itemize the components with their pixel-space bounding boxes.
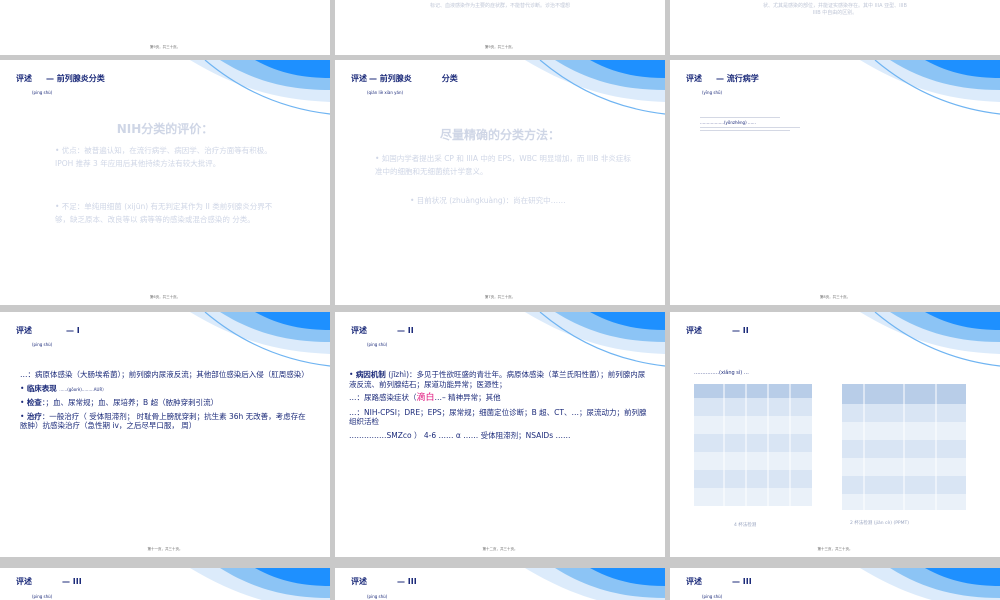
section-label: 评述 [686,577,702,586]
pinyin-note: (ping shù) [32,90,53,95]
slide-footer: 第十三页，共三十页。 [817,547,853,551]
body-para-3: • 检查：；血、尿常规；血、尿培养；B 超（脓肿穿刺引流） [20,398,219,407]
slide-thumb-6[interactable]: 评述 — 前列腺炎分类 (ping shù) NIH分类的评价： • 优点：被普遍… [0,60,330,305]
slide-body: …：病原体感染（大肠埃希菌）；前列腺内尿液反流；其他部位感染后入侵（肛周感染） … [20,370,310,435]
slide-footer: 第十一页，共三十页。 [147,547,183,551]
slide-header: 评述 — II [686,325,749,336]
pinyin-note: (ping shù) [32,342,53,347]
content-line-2: • 目前状况 (zhuàngkuàng)：尚在研究中…… [410,196,566,205]
section-label: 评述 [686,326,702,335]
slide-header: 评述 — 前列腺炎分类 [16,73,105,84]
slide-header: 评述 — III [686,576,752,587]
slide-thumb-10[interactable]: 标记、血液感染作为主要的症状群，不能替代诊断。诊治不理想 第9页，共三十页。 [335,0,665,55]
slide-header: 评述 — 流行病学 [686,73,759,84]
wave-decoration-icon [860,568,1000,600]
body-para-4: ……………SMZco ） 4-6 …… α …… 受体阻滞剂；NSAIDs …… [349,430,571,440]
highlight-text: 滴白 [416,393,435,403]
slide-title: — III [62,577,82,586]
slide-header: 评述 — III [351,576,417,587]
slide-thumb-13[interactable]: 评述 — II ……………(xiǎng sì) … 4 杯法检测 2 杯法检测 … [670,312,1000,557]
pinyin-note: (ping shù) [32,594,53,599]
wave-decoration-icon [525,312,665,367]
tiny-text-line [700,130,790,131]
body-para-4: • 治疗：一般治疗（ 受体阻滞剂； 时耻骨上膀胱穿刺；抗生素 36h 无改善，考… [20,411,306,431]
slide-top-text: 标记、血液感染作为主要的症状群，不能替代诊断。诊治不理想 [429,3,570,9]
slide-thumb-16[interactable]: 评述 — III (ping shù) [670,568,1000,600]
slide-title-2: 分类 [441,74,458,83]
pinyin-note: ……………(xiǎng sì) … [694,370,749,376]
body-para-2: …：尿路感染症状（滴白…– 精神异常；其他 [349,393,501,403]
slide-thumb-8[interactable]: 评述 — 流行病学 (yīng shū) ………………(yǒnzhèng) …… … [670,60,1000,305]
tiny-text-line [700,117,780,118]
slide-thumb-12[interactable]: 评述 — II (ping shù) • 病因机制 (jīzhì)：多见于性欲旺盛… [335,312,665,557]
pinyin-note: (qián liè xiàn yán) [367,90,404,95]
section-label: 评述 [686,74,702,83]
slide-footer: 第9页，共三十页。 [484,45,516,49]
slide-top-text-2: IIIB 中自由的区别。 [812,10,858,16]
section-label: 评述 [351,74,367,83]
slide-footer: 第8页，共三十页。 [819,295,851,299]
slide-thumb-15[interactable]: 评述 — III (ping shù) [335,568,665,600]
slide-top-text: 状、尤其是感染的部位，并能证实感染存在。其中 IIIA 亚型、IIIB [763,3,907,9]
body-para-1: • 病因机制 (jīzhì)：多见于性欲旺盛的青壮年。病原体感染（革兰氏阳性菌）… [349,370,646,389]
slide-title: — I [66,326,80,335]
slide-title: — 前列腺炎 [369,74,412,83]
wave-decoration-icon [190,312,330,367]
slide-thumb-9[interactable]: 第9页，共三十页。 [0,0,330,55]
section-label: 评述 [16,577,32,586]
slide-header: 评述— 前列腺炎 分类 [351,73,458,84]
slide-thumb-11b[interactable]: 评述 — I (ping shù) …：病原体感染（大肠埃希菌）；前列腺内尿液反流… [0,312,330,557]
slide-footer: 第6页，共三十页。 [149,295,181,299]
slide-header: 评述 — III [16,576,82,587]
pinyin-note: (yīng shū) [702,90,723,95]
table-2-cup [842,384,966,510]
slide-header: 评述 — II [351,325,414,336]
slide-header: 评述 — I [16,325,80,336]
slide-body: • 病因机制 (jīzhì)：多见于性欲旺盛的青壮年。病原体感染（革兰氏阳性菌）… [349,370,651,444]
section-label: 评述 [351,326,367,335]
pinyin-note: (ping shù) [367,594,388,599]
wave-decoration-icon [860,60,1000,115]
mini-text: ………………(yǒnzhèng) …… [700,120,756,125]
slide-footer: 第9页，共三十页。 [149,45,181,49]
slide-title: — III [397,577,417,586]
slide-thumb-7[interactable]: 评述 — 前列腺炎 分类 (qián liè xiàn yán) 尽量精确的分类方法… [335,60,665,305]
slide-sorter-grid: 第9页，共三十页。 标记、血液感染作为主要的症状群，不能替代诊断。诊治不理想 第… [0,0,1000,600]
slide-footer: 第十二页，共三十页。 [482,547,518,551]
content-line-1: • 如国内学者提出采 CP 和 IIIA 中的 EPS，WBC 明显增加，而 I… [375,154,631,176]
wave-decoration-icon [525,60,665,115]
pinyin-note: (ping shù) [702,594,723,599]
table-caption-2: 2 杯法检测 (jiǎn cè) (PPMT) [850,521,910,526]
slide-title: — 前列腺炎分类 [46,74,105,83]
slide-title: — II [732,326,749,335]
slide-title: — III [732,577,752,586]
wave-decoration-icon [190,60,330,115]
content-heading: NIH分类的评价： [116,122,214,136]
wave-decoration-icon [860,312,1000,367]
slide-title: — II [397,326,414,335]
content-heading: 尽量精确的分类方法： [439,128,560,142]
wave-decoration-icon [525,568,665,600]
body-para-1: …：病原体感染（大肠埃希菌）；前列腺内尿液反流；其他部位感染后入侵（肛周感染） [20,370,309,379]
body-para-3: …：NIH-CPSI；DRE；EPS；尿常规；细菌定位诊断；B 超、CT、…；尿… [349,407,647,427]
slide-footer: 第7页，共三十页。 [484,295,516,299]
section-label: 评述 [16,74,32,83]
wave-decoration-icon [190,568,330,600]
slide-thumb-11[interactable]: 状、尤其是感染的部位，并能证实感染存在。其中 IIIA 亚型、IIIB IIIB… [670,0,1000,55]
slide-title: — 流行病学 [716,74,759,83]
tiny-text-line [700,127,800,128]
content-cons: • 不足：单纯用细菌 (xijūn) 有无判定其作为 II 类前列腺炎分界不够，… [55,202,273,224]
pinyin-note: (ping shù) [367,342,388,347]
table-caption-1: 4 杯法检测 [734,523,757,528]
slide-thumb-14[interactable]: 评述 — III (ping shù) [0,568,330,600]
body-para-2: • 临床表现 ……(gōorè)………AUR） [20,383,107,393]
section-label: 评述 [351,577,367,586]
section-label: 评述 [16,326,32,335]
table-4-cup [694,384,812,506]
content-pros: • 优点：被普遍认知，在流行病学、病因学、治疗方面等有积极。IPOH 推荐 3 … [55,146,272,168]
